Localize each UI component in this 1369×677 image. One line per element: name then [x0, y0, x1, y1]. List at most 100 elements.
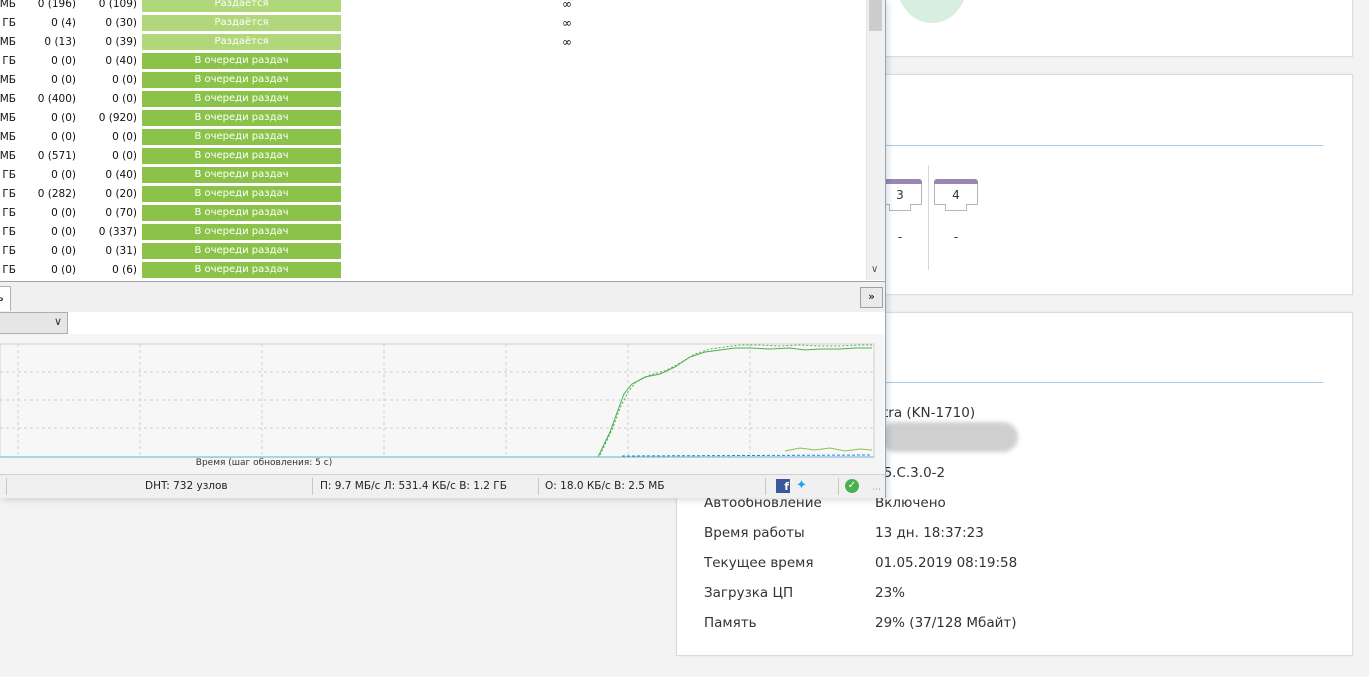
torrent-seeds: 0 (30) [105, 17, 137, 29]
torrent-seeds: 0 (20) [105, 188, 137, 200]
port-number: 4 [952, 188, 960, 202]
status-separator [765, 478, 766, 495]
status-separator [838, 478, 839, 495]
torrent-seeds: 0 (0) [112, 131, 137, 143]
torrent-peers: 0 (0) [51, 207, 76, 219]
torrent-row[interactable]: МБ 0 (400) 0 (0) В очереди раздач [0, 90, 866, 109]
torrent-seeds: 0 (40) [105, 169, 137, 181]
torrent-size: МБ [0, 0, 16, 10]
cpu-load-label: Загрузка ЦП [704, 585, 794, 601]
memory-value: 29% (37/128 Мбайт) [875, 615, 1017, 631]
torrent-ratio: ∞ [562, 0, 572, 11]
uptime-label: Время работы [704, 525, 805, 541]
graph-controls: ∨ [0, 312, 884, 334]
torrent-status: В очереди раздач [142, 129, 341, 145]
details-tab-bar: ь » [0, 281, 885, 313]
scrollbar-thumb[interactable] [869, 0, 882, 31]
torrent-peers: 0 (0) [51, 74, 76, 86]
torrent-row[interactable]: МБ 0 (0) 0 (0) В очереди раздач [0, 71, 866, 90]
chevron-double-down-icon[interactable]: » [860, 287, 883, 308]
facebook-icon[interactable]: f [776, 479, 790, 493]
torrent-row[interactable]: МБ 0 (571) 0 (0) В очереди раздач [0, 147, 866, 166]
port-separator [928, 165, 929, 270]
chevron-down-icon[interactable]: ∨ [54, 315, 62, 328]
chevron-down-icon[interactable]: ∨ [871, 264, 878, 275]
upload-status[interactable]: О: 18.0 КБ/с В: 2.5 МБ [545, 480, 665, 492]
status-separator [312, 478, 313, 495]
status-separator [6, 478, 7, 495]
graph-x-axis-label: Время (шаг обновления: 5 с) [195, 458, 333, 468]
graph-plot-area [0, 343, 875, 458]
torrent-row[interactable]: ГБ 0 (0) 0 (31) В очереди раздач [0, 242, 866, 261]
torrent-row[interactable]: МБ 0 (196) 0 (109) Раздаётся ∞ [0, 0, 866, 14]
current-time-label: Текущее время [704, 555, 814, 571]
torrent-peers: 0 (13) [44, 36, 76, 48]
torrent-seeds: 0 (0) [112, 93, 137, 105]
torrent-ratio: ∞ [562, 35, 572, 49]
torrent-seeds: 0 (6) [112, 264, 137, 276]
torrent-status: В очереди раздач [142, 167, 341, 183]
torrent-status: В очереди раздач [142, 72, 341, 88]
model-value: xtra (KN-1710) [875, 405, 976, 421]
torrent-row[interactable]: ГБ 0 (282) 0 (20) В очереди раздач [0, 185, 866, 204]
torrent-seeds: 0 (70) [105, 207, 137, 219]
torrent-size: ГБ [2, 169, 16, 181]
torrent-seeds: 0 (920) [98, 112, 137, 124]
torrent-client-window: МБ 0 (196) 0 (109) Раздаётся ∞ ГБ 0 (4) 0 (30) Р… [0, 0, 886, 498]
torrent-size: МБ [0, 131, 16, 143]
torrent-size: МБ [0, 112, 16, 124]
connection-ok-icon: ✓ [845, 479, 859, 493]
torrent-seeds: 0 (337) [98, 226, 137, 238]
torrent-row[interactable]: МБ 0 (13) 0 (39) Раздаётся ∞ [0, 33, 866, 52]
torrent-size: МБ [0, 74, 16, 86]
torrent-row[interactable]: ГБ 0 (0) 0 (40) В очереди раздач [0, 52, 866, 71]
current-time-value: 01.05.2019 08:19:58 [875, 555, 1018, 571]
details-tab[interactable]: ь [0, 286, 11, 311]
torrent-size: ГБ [2, 207, 16, 219]
torrent-status: В очереди раздач [142, 148, 341, 164]
torrent-list[interactable]: МБ 0 (196) 0 (109) Раздаётся ∞ ГБ 0 (4) 0 (30) Р… [0, 0, 866, 280]
torrent-peers: 0 (0) [51, 112, 76, 124]
resize-grip-icon[interactable]: ⋯ [872, 485, 881, 495]
torrent-seeds: 0 (39) [105, 36, 137, 48]
torrent-peers: 0 (282) [37, 188, 76, 200]
torrent-peers: 0 (0) [51, 226, 76, 238]
torrent-peers: 0 (0) [51, 55, 76, 67]
torrent-size: ГБ [2, 226, 16, 238]
torrent-status: В очереди раздач [142, 91, 341, 107]
torrent-status: В очереди раздач [142, 53, 341, 69]
torrent-row[interactable]: ГБ 0 (4) 0 (30) Раздаётся ∞ [0, 14, 866, 33]
torrent-row[interactable]: ГБ 0 (0) 0 (337) В очереди раздач [0, 223, 866, 242]
torrent-list-scrollbar[interactable]: ∨ [866, 0, 885, 280]
torrent-size: ГБ [2, 17, 16, 29]
torrent-status: В очереди раздач [142, 205, 341, 221]
torrent-seeds: 0 (31) [105, 245, 137, 257]
torrent-row[interactable]: МБ 0 (0) 0 (0) В очереди раздач [0, 128, 866, 147]
torrent-row[interactable]: ГБ 0 (0) 0 (6) В очереди раздач [0, 261, 866, 280]
torrent-row[interactable]: ГБ 0 (0) 0 (70) В очереди раздач [0, 204, 866, 223]
torrent-peers: 0 (0) [51, 169, 76, 181]
torrent-status: В очереди раздач [142, 243, 341, 259]
status-bar: DHT: 732 узлов П: 9.7 МБ/с Л: 531.4 КБ/с… [0, 474, 885, 498]
uptime-value: 13 дн. 18:37:23 [875, 525, 984, 541]
dht-status: DHT: 732 узлов [145, 480, 228, 492]
cpu-load-value: 23% [875, 585, 906, 601]
torrent-peers: 0 (400) [37, 93, 76, 105]
torrent-size: ГБ [2, 188, 16, 200]
speed-graph: Время (шаг обновления: 5 с) [0, 334, 884, 474]
torrent-ratio: ∞ [562, 16, 572, 30]
redacted-blur [880, 422, 1018, 452]
status-separator [538, 478, 539, 495]
torrent-size: ГБ [2, 264, 16, 276]
port-status: - [953, 230, 959, 244]
torrent-size: ГБ [2, 245, 16, 257]
graph-mode-select[interactable]: ∨ [0, 312, 68, 334]
twitter-icon[interactable]: ✦ [796, 478, 807, 493]
torrent-peers: 0 (4) [51, 17, 76, 29]
download-status[interactable]: П: 9.7 МБ/с Л: 531.4 КБ/с В: 1.2 ГБ [320, 480, 507, 492]
ethernet-port-4: 4 [934, 179, 978, 211]
divider [876, 145, 1323, 146]
torrent-status: В очереди раздач [142, 110, 341, 126]
torrent-row[interactable]: ГБ 0 (0) 0 (40) В очереди раздач [0, 166, 866, 185]
torrent-row[interactable]: МБ 0 (0) 0 (920) В очереди раздач [0, 109, 866, 128]
